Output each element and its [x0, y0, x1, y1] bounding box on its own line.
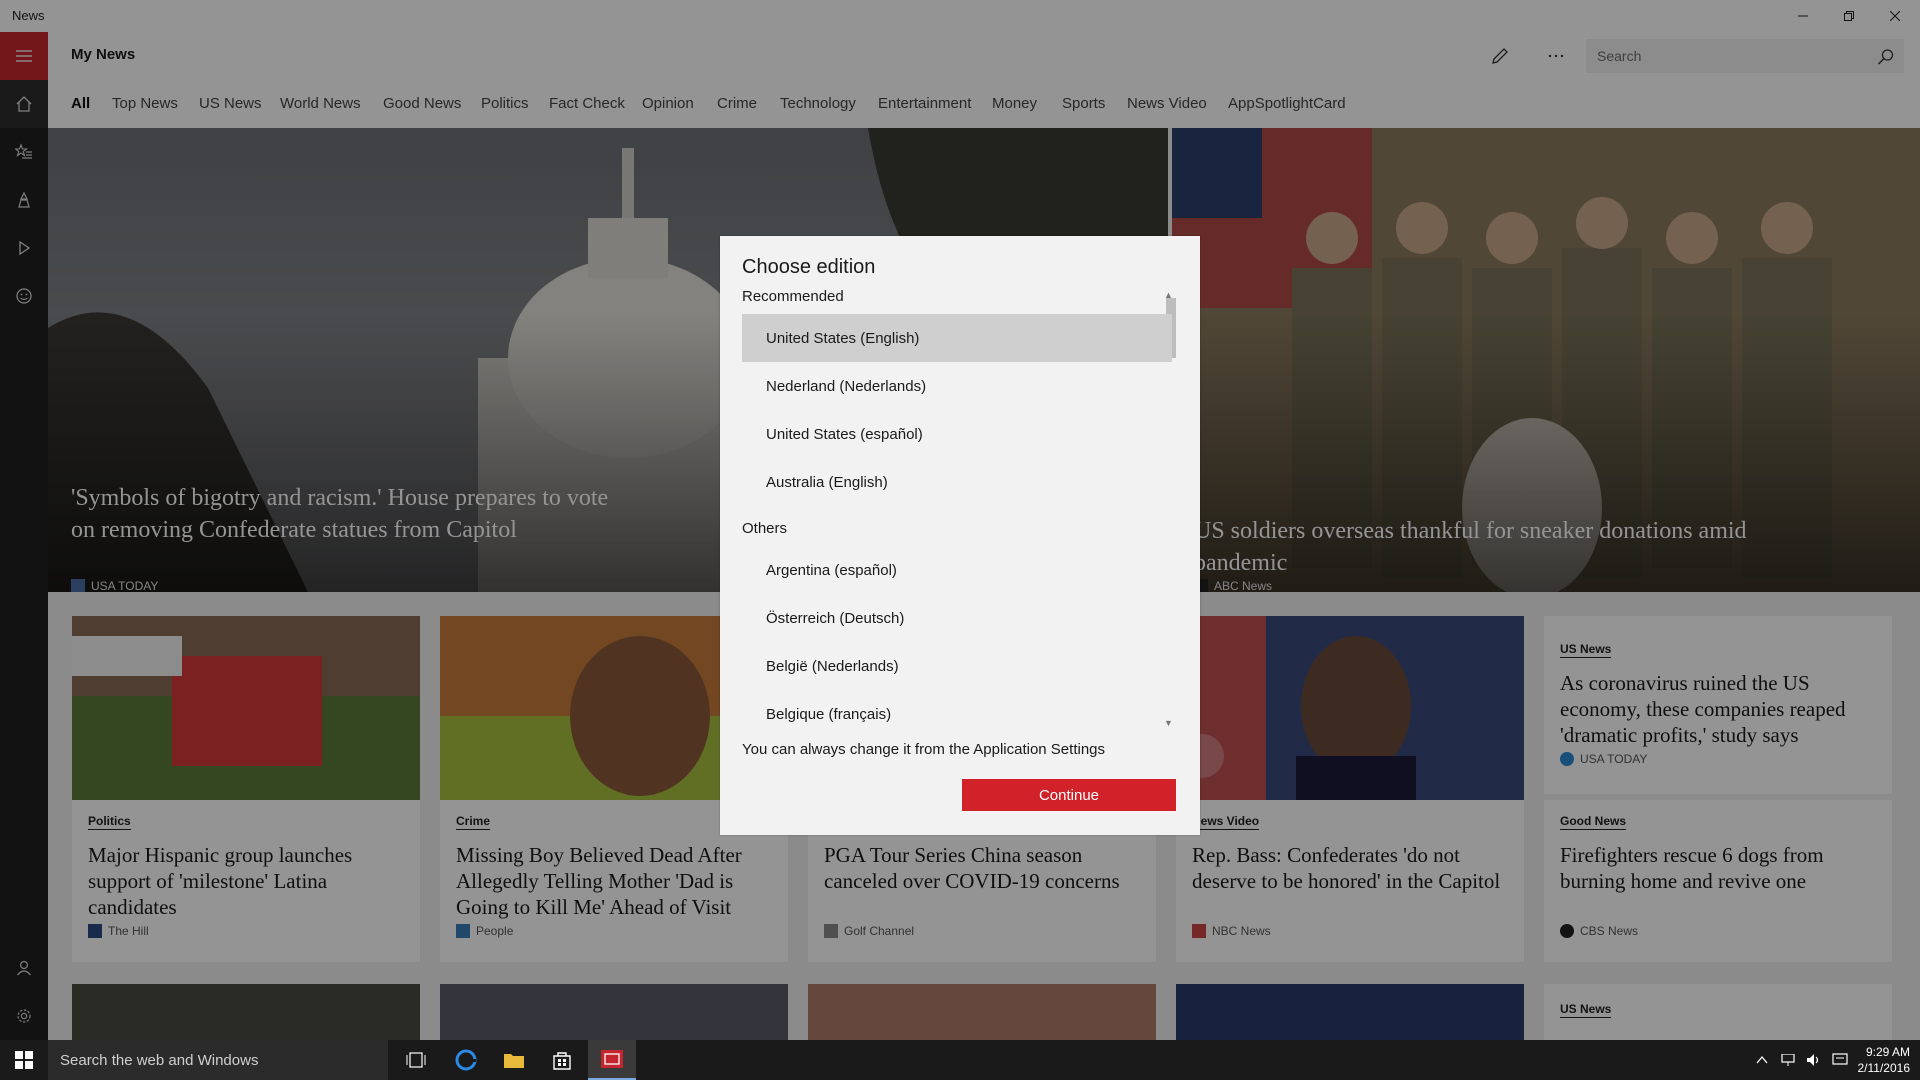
taskbar: Search the web and Windows 9:29 AM 2/11/…	[0, 1040, 1920, 1080]
scroll-down-icon[interactable]: ▼	[1164, 718, 1173, 728]
store-bag-icon	[553, 1052, 571, 1070]
news-app-taskbar-button[interactable]	[588, 1040, 636, 1080]
edition-option[interactable]: Österreich (Deutsch)	[742, 594, 1172, 642]
store-button[interactable]	[540, 1040, 584, 1080]
edition-option[interactable]: Belgique (français)	[742, 690, 1172, 738]
task-view-button[interactable]	[394, 1040, 438, 1080]
action-center-icon[interactable]	[1832, 1053, 1848, 1067]
continue-button[interactable]: Continue	[962, 779, 1176, 811]
task-view-icon	[406, 1052, 426, 1068]
choose-edition-dialog: Choose edition Recommended ▲ United Stat…	[720, 236, 1200, 835]
windows-logo-icon	[15, 1051, 33, 1069]
recommended-label: Recommended	[742, 288, 844, 305]
system-tray	[1756, 1040, 1848, 1080]
edge-icon	[455, 1049, 477, 1071]
start-button[interactable]	[0, 1040, 48, 1080]
edition-option[interactable]: België (Nederlands)	[742, 642, 1172, 690]
edition-option[interactable]: Nederland (Nederlands)	[742, 362, 1172, 410]
folder-icon	[504, 1054, 524, 1068]
edge-button[interactable]	[444, 1040, 488, 1080]
clock-date: 2/11/2016	[1857, 1061, 1911, 1075]
dialog-title: Choose edition	[742, 256, 876, 278]
taskbar-clock[interactable]: 9:29 AM 2/11/2016	[1858, 1044, 1911, 1076]
volume-icon[interactable]	[1806, 1053, 1822, 1067]
clock-time: 9:29 AM	[1865, 1045, 1910, 1059]
edition-option[interactable]: Argentina (español)	[742, 546, 1172, 594]
file-explorer-button[interactable]	[492, 1040, 536, 1080]
news-app-icon	[601, 1050, 623, 1068]
settings-note: You can always change it from the Applic…	[742, 741, 1106, 758]
taskbar-search-placeholder: Search the web and Windows	[60, 1051, 259, 1069]
taskbar-search-box[interactable]: Search the web and Windows	[48, 1040, 388, 1080]
chevron-up-icon[interactable]	[1756, 1054, 1768, 1066]
others-label: Others	[742, 520, 788, 537]
network-icon[interactable]	[1780, 1054, 1796, 1066]
edition-option[interactable]: Australia (English)	[742, 458, 1172, 506]
edition-option[interactable]: United States (English)	[742, 314, 1172, 362]
edition-option[interactable]: United States (español)	[742, 410, 1172, 458]
